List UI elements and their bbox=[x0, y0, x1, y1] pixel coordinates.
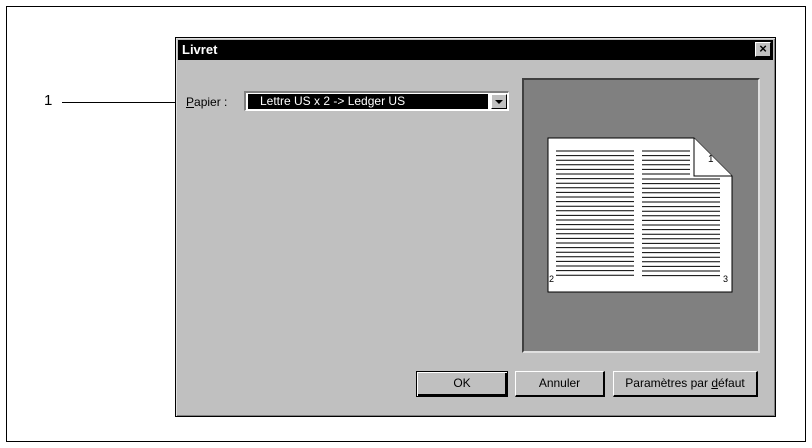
default-button-suffix: éfaut bbox=[718, 376, 745, 390]
close-button[interactable]: × bbox=[755, 42, 771, 57]
left-page-number: 2 bbox=[549, 274, 554, 284]
right-page-number: 3 bbox=[723, 274, 728, 284]
paper-select-value: Lettre US x 2 -> Ledger US bbox=[248, 94, 488, 109]
booklet-preview: 1 2 3 bbox=[522, 78, 760, 353]
booklet-preview-graphic: 1 2 3 bbox=[547, 137, 733, 293]
callout-leader-line bbox=[62, 102, 184, 103]
default-settings-button[interactable]: Paramètres par défaut bbox=[613, 371, 758, 397]
close-icon: × bbox=[759, 41, 767, 56]
title-bar[interactable]: Livret × bbox=[178, 40, 773, 60]
corner-mark: 1 bbox=[708, 154, 714, 165]
default-button-prefix: Paramètres par bbox=[625, 376, 712, 390]
chevron-down-icon[interactable] bbox=[491, 94, 507, 109]
default-button-mnemonic: d bbox=[711, 376, 719, 390]
paper-select[interactable]: Lettre US x 2 -> Ledger US bbox=[244, 91, 509, 111]
dialog-title: Livret bbox=[182, 42, 218, 57]
paper-label-text: Papier : bbox=[186, 95, 228, 109]
callout-number: 1 bbox=[44, 92, 53, 109]
ok-button[interactable]: OK bbox=[416, 371, 508, 397]
paper-label: Papier : bbox=[186, 95, 227, 109]
cancel-button[interactable]: Annuler bbox=[515, 371, 605, 397]
booklet-dialog: Livret × Papier : Lettre US x 2 -> Ledge… bbox=[175, 37, 776, 417]
